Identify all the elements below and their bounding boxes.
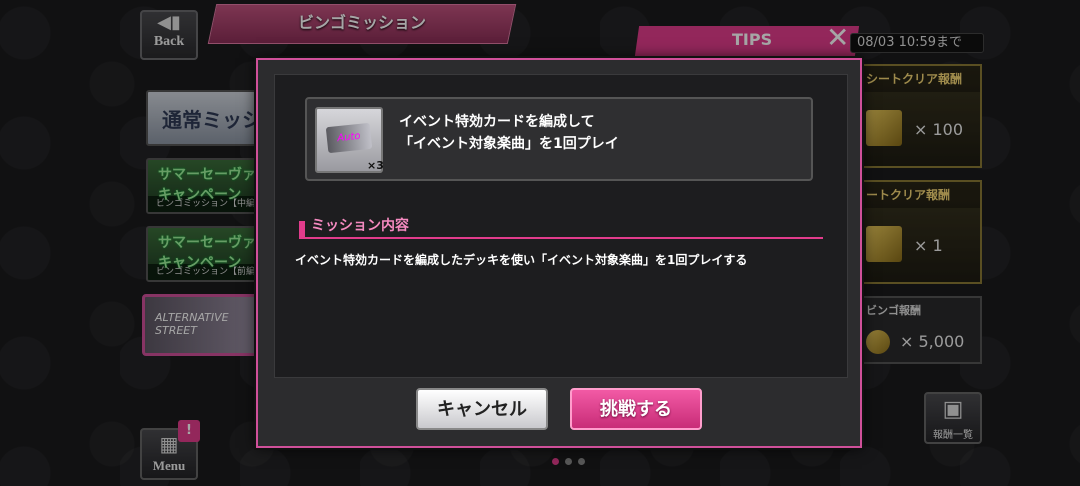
mission-description: イベント特効カードを編成したデッキを使い「イベント対象楽曲」を1回プレイする [295, 253, 748, 267]
mission-line-2: 「イベント対象楽曲」を1回プレイ [399, 136, 619, 152]
mission-summary: イベント特効カードを編成して 「イベント対象楽曲」を1回プレイ [399, 111, 619, 155]
section-header: ミッション内容 [299, 213, 823, 239]
ticket-label: Auto [325, 122, 373, 154]
challenge-button[interactable]: 挑戦する [570, 388, 702, 430]
mission-card: Auto ×3 イベント特効カードを編成して 「イベント対象楽曲」を1回プレイ [305, 97, 813, 181]
dialog-content: Auto ×3 イベント特効カードを編成して 「イベント対象楽曲」を1回プレイ … [274, 74, 848, 378]
cancel-button[interactable]: キャンセル [416, 388, 548, 430]
item-quantity: ×3 [367, 159, 384, 172]
auto-ticket-icon: Auto ×3 [315, 107, 384, 173]
mission-dialog: Auto ×3 イベント特効カードを編成して 「イベント対象楽曲」を1回プレイ … [256, 58, 862, 448]
section-accent-bar [299, 221, 305, 237]
section-title: ミッション内容 [311, 218, 409, 234]
mission-line-1: イベント特効カードを編成して [399, 114, 595, 130]
